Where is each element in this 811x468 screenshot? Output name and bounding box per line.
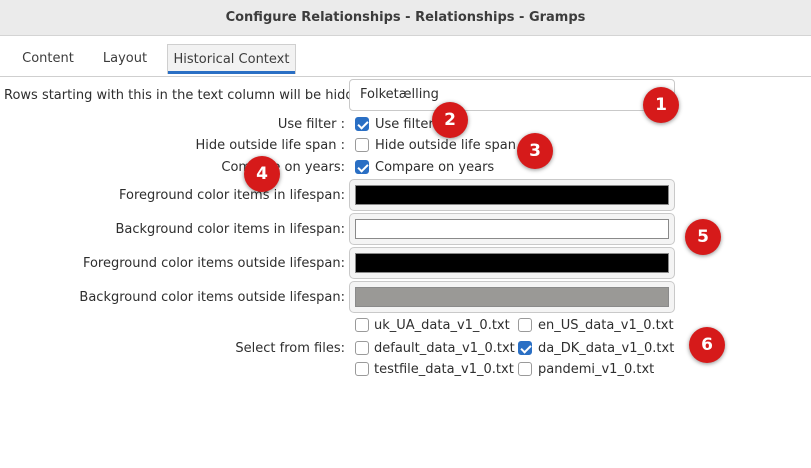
tab-layout[interactable]: Layout (92, 44, 158, 74)
fg-in-lifespan-label: Foreground color items in lifespan: (119, 188, 345, 203)
annotation-badge: 6 (689, 327, 725, 363)
compare-years-label: Compare on years: (221, 160, 345, 175)
use-filter-label: Use filter : (277, 117, 345, 132)
tab-historical-context[interactable]: Historical Context (167, 44, 296, 74)
use-filter-checkbox[interactable] (355, 117, 369, 131)
use-filter-check-label[interactable]: Use filter (375, 117, 434, 132)
annotation-badge: 2 (432, 102, 468, 138)
bg-out-lifespan-label: Background color items outside lifespan: (79, 290, 345, 305)
active-tab-indicator (168, 71, 295, 74)
fg-in-lifespan-color-button[interactable] (349, 179, 675, 211)
bg-in-lifespan-swatch (355, 219, 669, 239)
annotation-badge: 1 (643, 87, 679, 123)
file-label[interactable]: testfile_data_v1_0.txt (374, 362, 514, 377)
hidden-rows-label: Rows starting with this in the text colu… (4, 88, 379, 103)
hidden-rows-input[interactable]: Folketælling (349, 79, 675, 111)
hide-outside-label: Hide outside life span : (195, 138, 346, 153)
select-files-label: Select from files: (235, 341, 345, 356)
file-label[interactable]: pandemi_v1_0.txt (538, 362, 654, 377)
hide-outside-check-label[interactable]: Hide outside life span (375, 138, 516, 153)
file-checkbox[interactable] (355, 341, 369, 355)
file-checkbox[interactable] (518, 341, 532, 355)
fg-out-lifespan-label: Foreground color items outside lifespan: (82, 256, 345, 271)
window-title: Configure Relationships - Relationships … (225, 10, 586, 25)
file-checkbox[interactable] (355, 362, 369, 376)
bg-out-lifespan-swatch (355, 287, 669, 307)
file-label[interactable]: default_data_v1_0.txt (374, 341, 515, 356)
tab-historical-context-label: Historical Context (173, 52, 290, 67)
tab-layout-label: Layout (102, 51, 148, 66)
fg-out-lifespan-color-button[interactable] (349, 247, 675, 279)
file-label[interactable]: da_DK_data_v1_0.txt (538, 341, 674, 356)
hide-outside-checkbox[interactable] (355, 138, 369, 152)
bg-in-lifespan-label: Background color items in lifespan: (115, 222, 346, 237)
file-checkbox[interactable] (355, 318, 369, 332)
annotation-badge: 4 (244, 156, 280, 192)
file-label[interactable]: en_US_data_v1_0.txt (538, 318, 674, 333)
file-checkbox[interactable] (518, 318, 532, 332)
file-label[interactable]: uk_UA_data_v1_0.txt (374, 318, 510, 333)
tab-content-label: Content (22, 51, 74, 66)
fg-out-lifespan-swatch (355, 253, 669, 273)
compare-years-checkbox[interactable] (355, 160, 369, 174)
annotation-badge: 3 (517, 133, 553, 169)
fg-in-lifespan-swatch (355, 185, 669, 205)
bg-in-lifespan-color-button[interactable] (349, 213, 675, 245)
compare-years-check-label[interactable]: Compare on years (375, 160, 494, 175)
bg-out-lifespan-color-button[interactable] (349, 281, 675, 313)
file-checkbox[interactable] (518, 362, 532, 376)
title-bar: Configure Relationships - Relationships … (0, 0, 811, 36)
tab-content[interactable]: Content (10, 44, 86, 74)
annotation-badge: 5 (685, 219, 721, 255)
